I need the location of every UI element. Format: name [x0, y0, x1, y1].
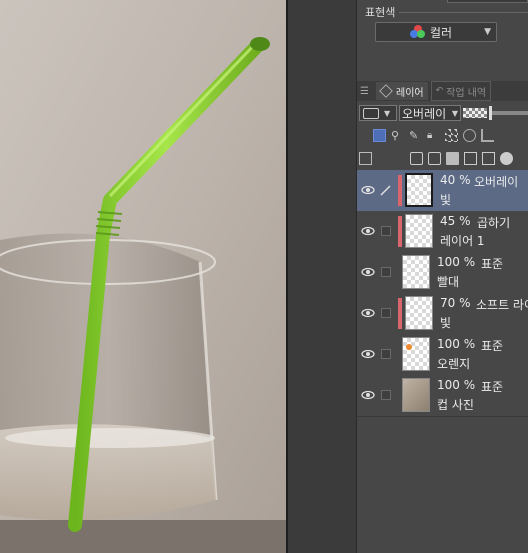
layer-name: 오렌지 — [437, 357, 471, 371]
canvas[interactable] — [0, 0, 286, 553]
menu-icon[interactable]: ☰ — [360, 86, 372, 97]
layer-blend-mode: 표준 — [481, 257, 504, 271]
layer-panel: 표현색 컬러 ▼ ☰ 레이어 ↶ 작업 내역 ▼ 오버레이 ▼ ⚲ ✎ 🔒︎ 4… — [357, 0, 528, 553]
layer-color-bar — [398, 298, 402, 329]
clip-layer-icon[interactable] — [373, 128, 386, 142]
layer-name: 빛 — [440, 193, 452, 207]
chevron-down-icon: ▼ — [451, 108, 458, 118]
blend-mode-value: 오버레이 — [402, 106, 447, 121]
new-raster-layer-icon[interactable] — [410, 151, 423, 165]
layer-percent: 40 % — [440, 173, 471, 187]
panel-spacer — [288, 0, 357, 553]
tab-history-label: 작업 내역 — [446, 87, 487, 99]
lock-transparent-icon[interactable] — [445, 128, 458, 142]
layer-row[interactable]: 100 % 표준 컵 사진 — [357, 375, 528, 417]
pencil-icon[interactable] — [379, 183, 393, 197]
layer-percent: 45 % — [440, 214, 471, 228]
layer-percent: 70 % — [440, 296, 471, 310]
opacity-slider-handle[interactable] — [489, 106, 492, 120]
layer-type-select[interactable]: ▼ — [359, 105, 397, 121]
layer-row[interactable]: 70 % 소프트 라이트 빛 — [357, 293, 528, 335]
opacity-swatch — [463, 108, 487, 118]
eye-icon[interactable] — [361, 265, 375, 279]
checkbox-box — [381, 226, 391, 236]
edit-checkbox[interactable] — [379, 265, 393, 279]
ruler-icon[interactable] — [481, 128, 494, 142]
layer-row[interactable]: 45 % 곱하기 레이어 1 — [357, 211, 528, 253]
eye-icon[interactable] — [361, 388, 375, 402]
color-mode-dropdown[interactable]: 컬러 ▼ — [375, 22, 497, 42]
color-circles-icon — [410, 25, 426, 39]
panel-layout-icon[interactable] — [359, 151, 372, 165]
opacity-slider[interactable] — [489, 106, 528, 120]
checkbox-box — [381, 390, 391, 400]
layer-row[interactable]: 100 % 표준 빨대 — [357, 252, 528, 294]
color-mode-value: 컬러 — [430, 25, 453, 40]
layer-thumbnail — [402, 337, 430, 371]
layer-name: 빨대 — [437, 275, 460, 289]
edit-checkbox[interactable] — [379, 347, 393, 361]
layer-percent: 100 % — [437, 337, 476, 351]
lock-icon[interactable]: 🔒︎ — [427, 129, 440, 142]
layer-toolbar-1: ⚲ ✎ 🔒︎ — [357, 124, 528, 146]
blend-mode-dropdown[interactable]: 오버레이 ▼ — [399, 105, 461, 121]
section-divider — [399, 12, 528, 13]
layer-row[interactable]: 100 % 표준 오렌지 — [357, 334, 528, 376]
canvas-image — [0, 0, 286, 553]
layer-blend-mode: 소프트 라이트 — [476, 298, 528, 312]
top-input-box[interactable] — [447, 0, 528, 3]
history-icon: ↶ — [435, 86, 444, 96]
eye-icon[interactable] — [361, 347, 375, 361]
rect-icon — [363, 107, 379, 119]
layer-blend-mode: 오버레이 — [474, 175, 519, 189]
tab-layer[interactable]: 레이어 — [376, 82, 428, 100]
layer-color-bar — [398, 175, 402, 206]
eye-icon[interactable] — [361, 183, 375, 197]
delete-layer-icon[interactable] — [500, 151, 513, 165]
edit-checkbox[interactable] — [379, 388, 393, 402]
edit-checkbox[interactable] — [379, 224, 393, 238]
color-mode-label: 표현색 — [365, 6, 396, 19]
tab-layer-label: 레이어 — [396, 87, 424, 99]
panel-tabs: ☰ 레이어 ↶ 작업 내역 — [357, 81, 528, 101]
layer-thumbnail — [405, 296, 433, 330]
layer-row[interactable]: 40 % 오버레이 빛 — [357, 170, 528, 212]
layer-toolbar-2 — [357, 147, 528, 169]
transfer-layer-icon[interactable] — [464, 151, 477, 165]
layer-thumbnail — [405, 173, 433, 207]
checkbox-box — [381, 349, 391, 359]
tab-history[interactable]: ↶ 작업 내역 — [430, 81, 492, 101]
layer-name: 컵 사진 — [437, 398, 474, 412]
chevron-down-icon: ▼ — [484, 27, 491, 37]
layer-name: 빛 — [440, 316, 452, 330]
new-vector-layer-icon[interactable] — [428, 151, 441, 165]
layer-thumbnail — [405, 214, 433, 248]
layer-percent: 100 % — [437, 255, 476, 269]
layer-thumbnail-photo — [402, 378, 430, 412]
layer-blend-mode: 표준 — [481, 380, 504, 394]
chevron-down-icon: ▼ — [384, 108, 391, 118]
edit-checkbox[interactable] — [379, 306, 393, 320]
layer-thumbnail — [402, 255, 430, 289]
layers-icon — [379, 84, 393, 98]
eye-icon[interactable] — [361, 224, 375, 238]
mask-icon[interactable] — [463, 128, 476, 142]
checkbox-box — [381, 308, 391, 318]
reference-layer-icon[interactable]: ⚲ — [391, 129, 404, 142]
eye-icon[interactable] — [361, 306, 375, 320]
layer-property-row: ▼ 오버레이 ▼ — [357, 103, 528, 123]
layer-color-bar — [398, 216, 402, 247]
layer-blend-mode: 곱하기 — [477, 216, 511, 230]
orange-mark — [406, 344, 412, 350]
combine-layer-icon[interactable] — [482, 151, 495, 165]
new-folder-icon[interactable] — [446, 151, 459, 165]
layer-percent: 100 % — [437, 378, 476, 392]
layer-blend-mode: 표준 — [481, 339, 504, 353]
draft-layer-icon[interactable]: ✎ — [409, 129, 422, 142]
layer-name: 레이어 1 — [440, 234, 485, 248]
checkbox-box — [381, 267, 391, 277]
